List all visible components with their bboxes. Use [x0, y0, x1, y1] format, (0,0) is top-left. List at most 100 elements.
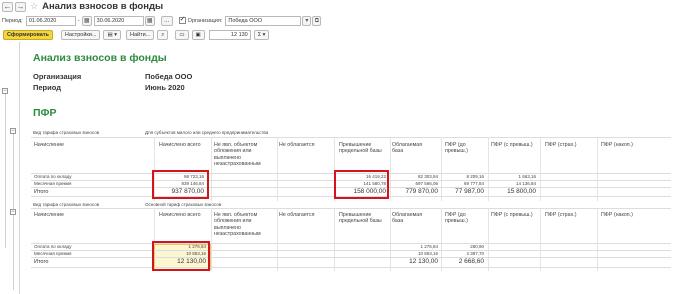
col-excess: Превышение предельной базы — [339, 212, 382, 225]
tariff-value: Основной тариф страховых взносов — [145, 202, 222, 207]
total-taxable: 779 870,00 — [405, 188, 438, 195]
cell-pfr-from: 1 663,16 — [518, 174, 536, 179]
period-label: Период — [33, 83, 61, 92]
row-label: Месячная премия — [34, 181, 72, 186]
col-pfr-ins: ПФР (страх.) — [545, 212, 577, 218]
col-pfr-to: ПФР (до превыш.) — [445, 212, 468, 225]
cell-taxable: 10 853,16 — [417, 251, 438, 256]
report-title: Анализ взносов в фонды — [33, 52, 167, 64]
organization-field[interactable]: Победа ООО — [225, 15, 302, 26]
cell-pfr-to: 280,90 — [470, 244, 484, 249]
sum-mode-button[interactable]: Σ ▾ — [253, 30, 270, 40]
group-line — [5, 94, 6, 248]
row-label: Месячная премия — [34, 251, 72, 256]
total-label: Итого — [34, 259, 49, 265]
table-border — [31, 137, 671, 138]
total-pfr-from: 15 800,00 — [507, 188, 536, 195]
col-divider — [540, 208, 541, 271]
col-not-object: Не явл. объектом обложения или выплачено… — [214, 212, 261, 237]
collapse-icon[interactable]: − — [10, 128, 16, 134]
sigma-icon: Σ — [257, 32, 262, 38]
date-separator: - — [77, 17, 80, 24]
calendar-icon[interactable]: ▦ — [144, 15, 155, 26]
print-icon[interactable]: ▭ — [175, 30, 189, 40]
total-taxable: 12 130,00 — [409, 258, 438, 265]
col-pfr-acc: ПФР (накоп.) — [601, 142, 633, 148]
highlight-frame — [152, 170, 209, 199]
period-label: Период: — [2, 17, 23, 24]
period-bar: Период: 01.06.2020 - ▦ 30.06.2020 ▦ ... … — [0, 14, 674, 27]
org-value: Победа ООО — [145, 72, 193, 81]
back-icon[interactable]: ← — [2, 1, 13, 12]
col-accrual: Начисление — [34, 212, 64, 218]
col-pfr-to: ПФР (до превыш.) — [445, 142, 468, 155]
col-excess: Превышение предельной базы — [339, 142, 382, 155]
cell-taxable: 1 276,84 — [420, 244, 438, 249]
highlight-frame — [152, 241, 210, 271]
grouping-gutter — [19, 42, 20, 294]
tariff-label: Вид тарифа страховых взносов — [33, 202, 100, 207]
date-to-field[interactable]: 30.06.2020 — [93, 15, 144, 26]
tariff-value: Для субъектов малого или среднего предпр… — [145, 130, 269, 135]
col-divider — [540, 137, 541, 201]
row-border — [31, 257, 671, 258]
find-icon[interactable]: ⌕ — [157, 30, 169, 40]
find-button[interactable]: Найти... — [125, 30, 155, 40]
row-label: Оплата по окладу — [34, 244, 72, 249]
col-pfr-from: ПФР (с превыш.) — [491, 142, 533, 148]
settings-button[interactable]: Настройки... — [60, 30, 101, 40]
open-icon[interactable]: ⧉ — [312, 15, 322, 26]
col-divider — [211, 208, 212, 271]
col-accrued-total: Начислено всего — [159, 212, 201, 218]
save-icon[interactable]: ▣ — [191, 30, 205, 40]
col-taxable: Облагаемая база — [392, 142, 423, 155]
generate-button[interactable]: Сформировать — [3, 30, 53, 40]
table-border — [31, 267, 671, 268]
period-select-button[interactable]: ... — [160, 15, 173, 26]
col-pfr-from: ПФР (с превыш.) — [491, 212, 533, 218]
report-window: ← → ☆ Анализ взносов в фонды Период: 01.… — [0, 0, 674, 294]
cell-taxable: 697 566,06 — [415, 181, 438, 186]
total-label: Итого — [34, 189, 49, 195]
col-accrual: Начисление — [34, 142, 64, 148]
col-divider — [334, 208, 335, 271]
organization-label: Организация: — [187, 17, 223, 24]
report-area: − − − Анализ взносов в фонды Организация… — [0, 42, 674, 294]
col-not-object: Не явл. объектом обложения или выплачено… — [214, 142, 261, 167]
sum-field[interactable]: 12 130 — [208, 30, 251, 40]
col-not-taxed: Не облагается — [279, 142, 315, 148]
col-pfr-ins: ПФР (страх.) — [545, 142, 577, 148]
cell-pfr-to: 69 777,84 — [463, 181, 484, 186]
col-divider — [277, 208, 278, 271]
col-divider — [211, 137, 212, 201]
col-pfr-acc: ПФР (накоп.) — [601, 212, 633, 218]
header-border — [31, 243, 671, 244]
total-pfr-to: 77 987,00 — [455, 188, 484, 195]
col-divider — [277, 137, 278, 201]
chevron-down-icon[interactable]: ▾ — [302, 15, 312, 26]
collapse-icon[interactable]: − — [10, 209, 16, 215]
highlight-frame — [334, 170, 389, 199]
row-border — [31, 250, 671, 251]
cell-pfr-from: 14 136,84 — [515, 181, 536, 186]
cell-taxable: 82 303,94 — [417, 174, 438, 179]
variants-icon[interactable]: ▤ ▾ — [103, 30, 121, 40]
tariff-label: Вид тарифа страховых взносов — [33, 130, 100, 135]
organization-checkbox[interactable] — [178, 15, 186, 24]
table-border — [31, 208, 671, 209]
collapse-icon[interactable]: − — [2, 88, 8, 94]
col-divider — [597, 208, 598, 271]
date-from-field[interactable]: 01.06.2020 — [25, 15, 76, 26]
col-divider — [597, 137, 598, 201]
org-label: Организация — [33, 72, 82, 81]
forward-icon[interactable]: → — [15, 1, 26, 12]
calendar-icon[interactable]: ▦ — [81, 15, 92, 26]
favorite-star-icon[interactable]: ☆ — [30, 1, 38, 12]
row-label: Оплата по окладу — [34, 174, 72, 179]
cell-pfr-to: 2 387,70 — [466, 251, 484, 256]
total-pfr-to: 2 668,60 — [458, 258, 484, 265]
toolbar: Сформировать Настройки... ▤ ▾ Найти... ⌕… — [0, 29, 674, 41]
col-accrued-total: Начислено всего — [159, 142, 201, 148]
window-title: Анализ взносов в фонды — [42, 1, 164, 12]
col-divider — [488, 208, 489, 271]
